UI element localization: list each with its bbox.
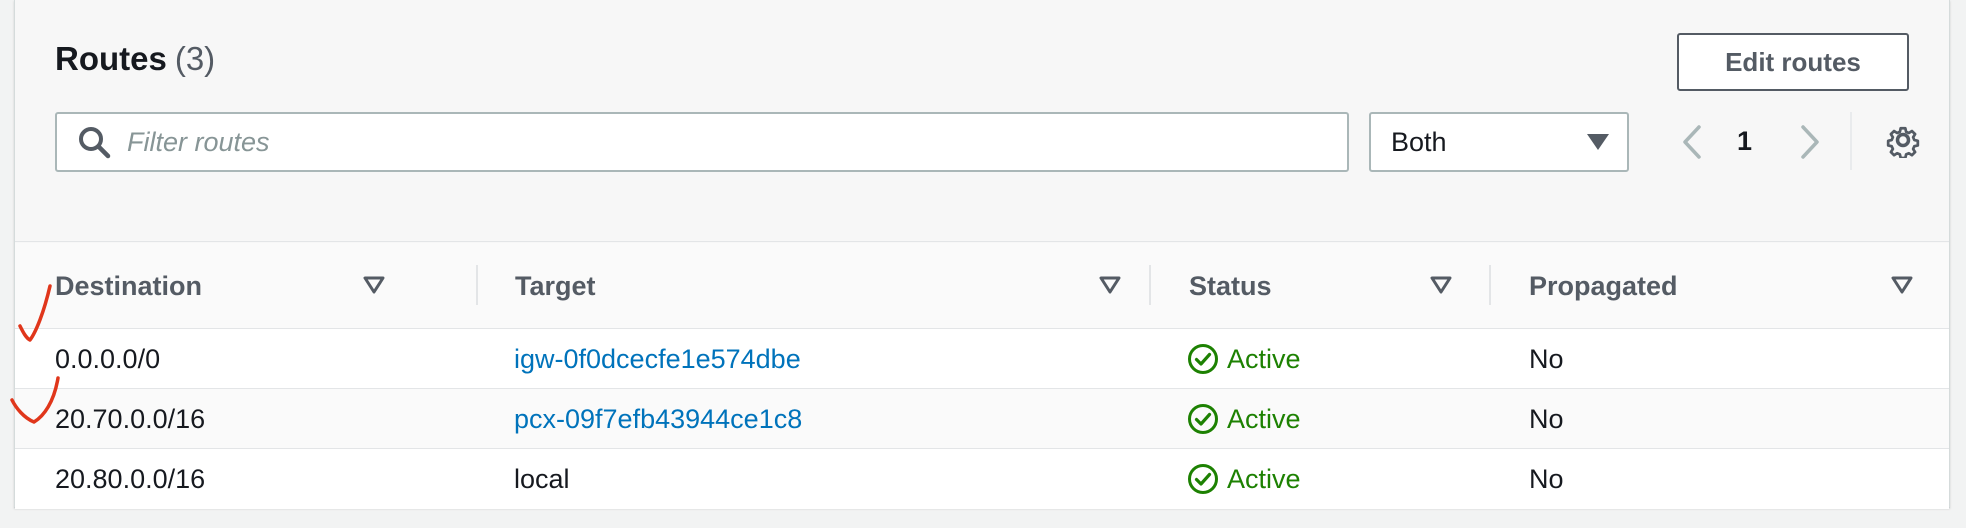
search-icon	[79, 127, 111, 159]
routes-panel: Routes(3) Edit routes Both 1	[14, 0, 1950, 509]
column-separator	[1149, 265, 1151, 305]
destination-cell: 20.80.0.0/16	[55, 463, 206, 494]
propagated-cell: No	[1529, 343, 1564, 374]
select-value: Both	[1391, 126, 1447, 157]
table-header: Destination Target Status Propagated	[15, 243, 1949, 329]
status-cell: Active	[1187, 329, 1301, 389]
sort-caret-icon[interactable]	[1891, 276, 1913, 294]
column-label: Destination	[55, 270, 203, 301]
status-text: Active	[1227, 463, 1301, 494]
panel-header: Routes(3) Edit routes Both 1	[15, 0, 1949, 242]
propagated-cell: No	[1529, 403, 1564, 434]
column-separator	[476, 265, 478, 305]
status-text: Active	[1227, 343, 1301, 374]
destination-cell: 0.0.0.0/0	[55, 343, 161, 374]
check-circle-icon	[1188, 344, 1218, 374]
sort-caret-icon[interactable]	[363, 276, 385, 294]
column-header-destination[interactable]: Destination	[55, 243, 385, 329]
pager-divider	[1850, 112, 1852, 170]
gear-icon[interactable]	[1885, 122, 1921, 158]
column-header-propagated[interactable]: Propagated	[1529, 243, 1929, 329]
status-cell: Active	[1187, 389, 1301, 449]
target-link[interactable]: igw-0f0dcecfe1e574dbe	[514, 329, 801, 389]
status-cell: Active	[1187, 449, 1301, 509]
column-separator	[1489, 265, 1491, 305]
table-row: 0.0.0.0/0 igw-0f0dcecfe1e574dbe Active N…	[15, 329, 1949, 389]
chevron-right-icon[interactable]	[1795, 124, 1825, 160]
edit-routes-button[interactable]: Edit routes	[1677, 33, 1909, 91]
check-circle-icon	[1188, 464, 1218, 494]
propagation-filter-select[interactable]: Both	[1369, 112, 1629, 172]
column-label: Propagated	[1529, 270, 1678, 301]
title-text: Routes	[55, 40, 167, 77]
column-header-target[interactable]: Target	[515, 243, 1121, 329]
table-row: 20.70.0.0/16 pcx-09f7efb43944ce1c8 Activ…	[15, 389, 1949, 449]
sort-caret-icon[interactable]	[1099, 276, 1121, 294]
sort-caret-icon[interactable]	[1430, 276, 1452, 294]
check-circle-icon	[1188, 404, 1218, 434]
propagated-cell: No	[1529, 463, 1564, 494]
destination-cell: 20.70.0.0/16	[55, 403, 206, 434]
current-page-number[interactable]: 1	[1737, 126, 1752, 157]
page-title: Routes (3)	[55, 40, 215, 78]
route-count: (3)	[174, 40, 216, 77]
status-text: Active	[1227, 403, 1301, 434]
column-label: Status	[1189, 270, 1272, 301]
target-link[interactable]: pcx-09f7efb43944ce1c8	[514, 389, 802, 449]
target-cell: local	[514, 463, 570, 494]
table-row: 20.80.0.0/16 local Active No	[15, 449, 1949, 509]
caret-down-icon	[1587, 134, 1609, 150]
column-label: Target	[515, 270, 596, 301]
filter-search-box[interactable]	[55, 112, 1349, 172]
column-header-status[interactable]: Status	[1189, 243, 1489, 329]
chevron-left-icon[interactable]	[1677, 124, 1707, 160]
filter-routes-input[interactable]	[125, 113, 1347, 171]
